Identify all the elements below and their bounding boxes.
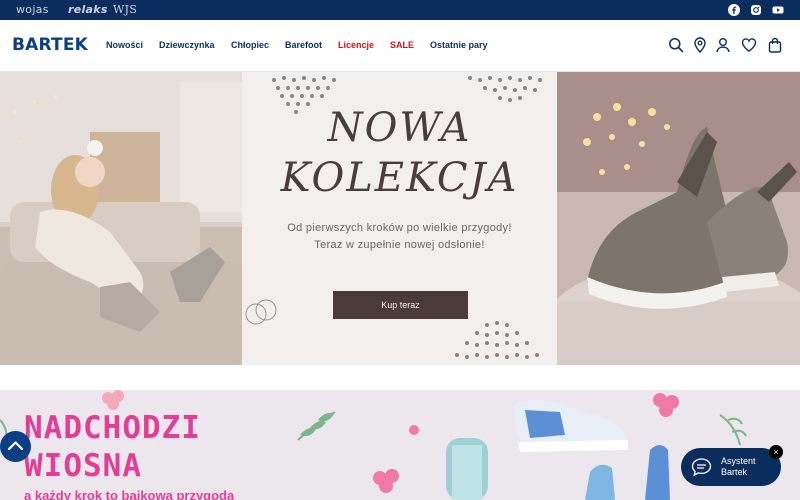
- location-icon[interactable]: [692, 37, 708, 53]
- account-icon[interactable]: [715, 37, 731, 53]
- facebook-icon[interactable]: [728, 4, 740, 16]
- youtube-icon[interactable]: [772, 4, 784, 16]
- main-navigation: Nowości Dziewczynka Chłopiec Barefoot Li…: [106, 40, 510, 50]
- hero-subtitle-line2: Teraz w zupełnie nowej odsłonie!: [314, 239, 485, 251]
- chat-label-line2: Bartek: [721, 467, 748, 477]
- hero-text-panel: NOWA KOLEKCJA Od pierwszych kroków po wi…: [242, 72, 557, 365]
- brand-link-wojas[interactable]: wojas: [16, 3, 49, 16]
- nav-item-chlopiec[interactable]: Chłopiec: [231, 40, 285, 50]
- spring-promo-banner[interactable]: NADCHODZI WIOSNA a każdy krok to bajkowa…: [0, 390, 800, 500]
- top-brand-bar: wojas relaks WJS: [0, 0, 800, 20]
- cart-icon[interactable]: [767, 37, 783, 53]
- wishlist-icon[interactable]: [741, 37, 757, 53]
- shop-now-button[interactable]: Kup teraz: [333, 291, 468, 319]
- chat-close-button[interactable]: ×: [769, 445, 783, 459]
- nav-item-barefoot[interactable]: Barefoot: [285, 40, 338, 50]
- nav-item-sale[interactable]: SALE: [390, 40, 430, 50]
- hero-photo-shoes: [557, 72, 800, 365]
- hero-banner[interactable]: NOWA KOLEKCJA Od pierwszych kroków po wi…: [0, 72, 800, 365]
- decorative-dots: [455, 321, 539, 359]
- decorative-dots: [468, 76, 542, 102]
- chat-label-line1: Asystent: [721, 456, 756, 466]
- brand-link-wjs[interactable]: WJS: [113, 3, 137, 16]
- main-header: BARTEK Nowości Dziewczynka Chłopiec Bare…: [0, 20, 800, 72]
- decorative-circles: [245, 299, 277, 325]
- hero-subtitle-line1: Od pierwszych kroków po wielkie przygody…: [287, 222, 512, 234]
- chat-assistant-button[interactable]: Asystent Bartek: [681, 448, 781, 486]
- spring-title-line1: NADCHODZI: [24, 410, 201, 446]
- nav-item-licencje[interactable]: Licencje: [338, 40, 390, 50]
- spring-title-line2: WIOSNA: [24, 448, 142, 484]
- nav-item-dziewczynka[interactable]: Dziewczynka: [159, 40, 231, 50]
- hero-photo-girl: [0, 72, 242, 365]
- nav-item-ostatnie-pary[interactable]: Ostatnie pary: [430, 40, 510, 50]
- instagram-icon[interactable]: [750, 4, 762, 16]
- chevron-up-icon: [7, 441, 24, 451]
- search-icon[interactable]: [668, 37, 684, 53]
- hero-title-line2: KOLEKCJA: [280, 155, 519, 201]
- nav-item-nowosci[interactable]: Nowości: [106, 40, 159, 50]
- site-logo[interactable]: BARTEK: [12, 35, 88, 55]
- section-gap: [0, 365, 800, 390]
- brand-link-relaks[interactable]: relaks: [68, 3, 108, 16]
- chat-label: Asystent Bartek: [721, 456, 776, 478]
- spring-subtitle: a każdy krok to bajkowa przygoda: [24, 488, 235, 500]
- chat-bubble-icon: [691, 458, 712, 477]
- hero-title-line1: NOWA: [327, 105, 472, 151]
- scroll-to-top-button[interactable]: [0, 431, 31, 462]
